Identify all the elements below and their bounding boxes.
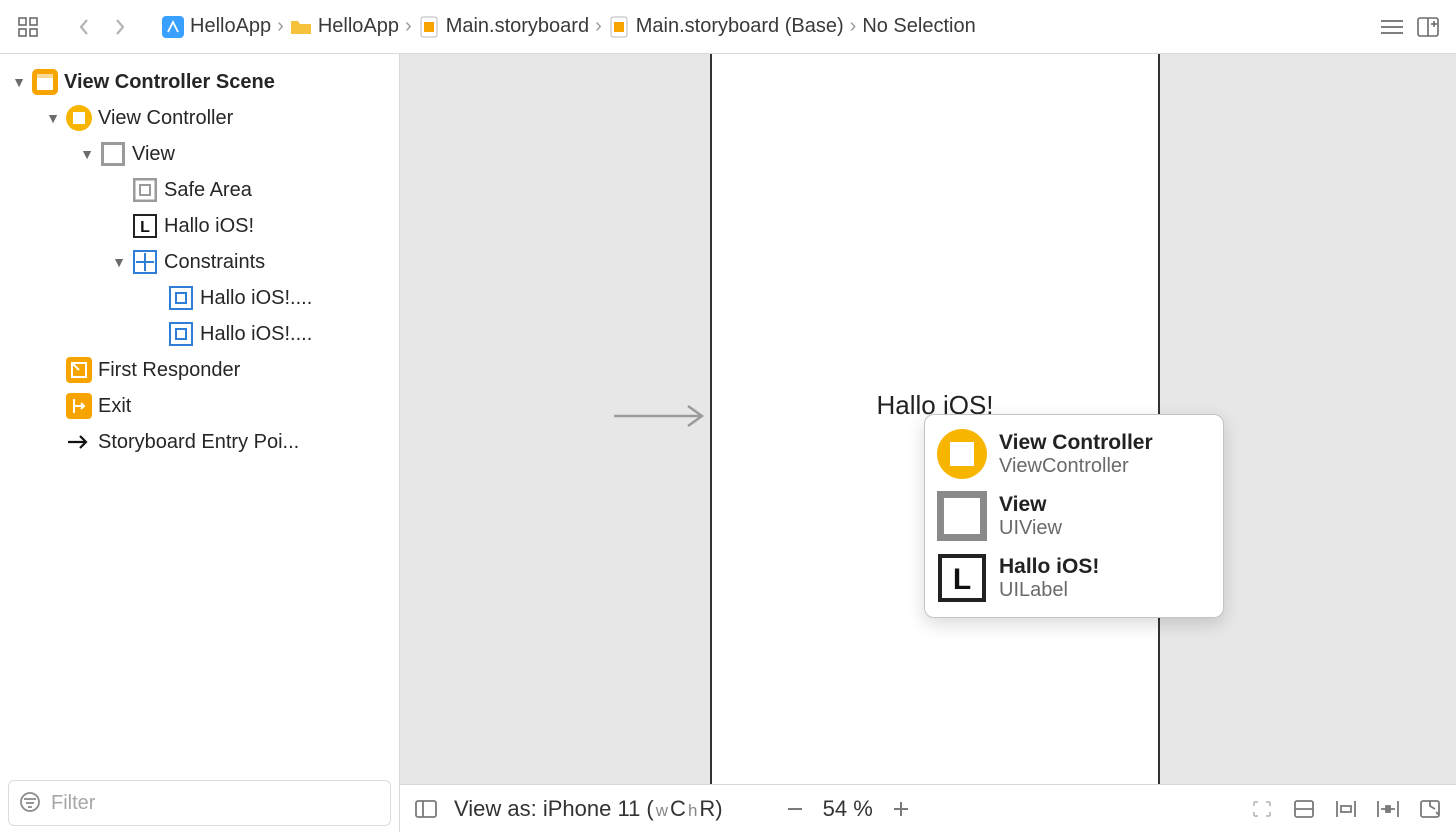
arrow-right-icon [66,429,92,455]
outline-label: Hallo iOS!.... [200,287,312,310]
view-as-label[interactable]: View as: iPhone 11 ( w C h R) [454,796,723,822]
outline-label: First Responder [98,359,240,382]
outline-label: Hallo iOS! [164,215,254,238]
breadcrumb-label: HelloApp [190,15,271,38]
chevron-right-icon: › [850,15,857,38]
breadcrumb-label: HelloApp [318,15,399,38]
hierarchy-popup: View Controller ViewController View UIVi… [924,414,1224,618]
resolve-issues-icon[interactable] [1416,795,1444,823]
constraints-icon [132,249,158,275]
update-frames-icon[interactable] [1248,795,1276,823]
document-outline: ▼ View Controller Scene ▼ View Controlle… [0,54,400,832]
zoom-out-icon[interactable] [781,795,809,823]
adjust-editor-options-icon[interactable] [1378,13,1406,41]
outline-label: Safe Area [164,179,252,202]
disclosure-triangle-icon[interactable]: ▼ [12,74,26,90]
add-constraints-icon[interactable] [1374,795,1402,823]
filter-icon[interactable] [19,791,43,815]
breadcrumb-item-project[interactable]: HelloApp [162,15,271,38]
popup-title: View [999,493,1062,517]
outline-label: Hallo iOS!.... [200,323,312,346]
popup-item-label[interactable]: L Hallo iOS! UILabel [933,547,1215,609]
constraint-icon [168,285,194,311]
related-items-icon[interactable] [14,13,42,41]
view-controller-icon [937,429,987,479]
exit-icon [66,393,92,419]
breadcrumb-item-no-selection[interactable]: No Selection [862,15,975,38]
breadcrumb-label: Main.storyboard (Base) [636,15,844,38]
popup-subtitle: UIView [999,517,1062,540]
zoom-in-icon[interactable] [887,795,915,823]
app-icon [162,16,184,38]
outline-scene[interactable]: ▼ View Controller Scene [0,64,399,100]
view-icon [100,141,126,167]
disclosure-triangle-icon[interactable]: ▼ [46,110,60,126]
constraint-icon [168,321,194,347]
back-chevron-icon[interactable] [70,13,98,41]
chevron-right-icon: › [277,15,284,38]
scene-icon [32,69,58,95]
outline-exit[interactable]: Exit [0,388,399,424]
outline-tree: ▼ View Controller Scene ▼ View Controlle… [0,54,399,780]
view-controller-icon [66,105,92,131]
canvas-area: Hallo iOS! View Controller ViewControlle… [400,54,1456,832]
svg-text:L: L [953,563,971,596]
toggle-outline-icon[interactable] [412,795,440,823]
popup-item-view[interactable]: View UIView [933,485,1215,547]
breadcrumb: HelloApp › HelloApp › Main.storyboard › … [162,15,976,38]
outline-label: View Controller Scene [64,71,275,94]
canvas-bottom-bar: View as: iPhone 11 ( w C h R) 54 % [400,784,1456,832]
breadcrumb-item-storyboard[interactable]: Main.storyboard [418,15,589,38]
breadcrumb-label: Main.storyboard [446,15,589,38]
outline-entry-point[interactable]: Storyboard Entry Poi... [0,424,399,460]
outline-label-hallo[interactable]: L Hallo iOS! [0,208,399,244]
add-editor-icon[interactable] [1414,13,1442,41]
chevron-right-icon: › [595,15,602,38]
forward-chevron-icon[interactable] [106,13,134,41]
label-icon: L [937,553,987,603]
popup-subtitle: ViewController [999,455,1153,478]
outline-constraint-1[interactable]: Hallo iOS!.... [0,280,399,316]
filter-bar [8,780,391,826]
popup-title: View Controller [999,431,1153,455]
popup-item-view-controller[interactable]: View Controller ViewController [933,423,1215,485]
breadcrumb-item-storyboard-base[interactable]: Main.storyboard (Base) [608,15,844,38]
outline-label: Storyboard Entry Poi... [98,431,299,454]
outline-label: Exit [98,395,131,418]
entry-arrow-icon [612,402,712,430]
main-area: ▼ View Controller Scene ▼ View Controlle… [0,54,1456,832]
outline-label: Constraints [164,251,265,274]
outline-first-responder[interactable]: First Responder [0,352,399,388]
label-icon: L [132,213,158,239]
outline-view[interactable]: ▼ View [0,136,399,172]
disclosure-triangle-icon[interactable]: ▼ [112,254,126,270]
folder-icon [290,16,312,38]
outline-view-controller[interactable]: ▼ View Controller [0,100,399,136]
filter-input[interactable] [43,792,380,815]
outline-safe-area[interactable]: Safe Area [0,172,399,208]
first-responder-icon [66,357,92,383]
zoom-level[interactable]: 54 % [823,796,873,822]
svg-text:L: L [140,219,150,236]
view-icon [937,491,987,541]
breadcrumb-item-folder[interactable]: HelloApp [290,15,399,38]
outline-label: View [132,143,175,166]
outline-constraint-2[interactable]: Hallo iOS!.... [0,316,399,352]
popup-subtitle: UILabel [999,579,1099,602]
align-icon[interactable] [1332,795,1360,823]
outline-constraints[interactable]: ▼ Constraints [0,244,399,280]
outline-label: View Controller [98,107,233,130]
safe-area-icon [132,177,158,203]
embed-in-icon[interactable] [1290,795,1318,823]
storyboard-file-icon [608,16,630,38]
toolbar: HelloApp › HelloApp › Main.storyboard › … [0,0,1456,54]
disclosure-triangle-icon[interactable]: ▼ [80,146,94,162]
popup-title: Hallo iOS! [999,555,1099,579]
breadcrumb-label: No Selection [862,15,975,38]
storyboard-file-icon [418,16,440,38]
chevron-right-icon: › [405,15,412,38]
storyboard-canvas[interactable]: Hallo iOS! View Controller ViewControlle… [400,54,1456,784]
